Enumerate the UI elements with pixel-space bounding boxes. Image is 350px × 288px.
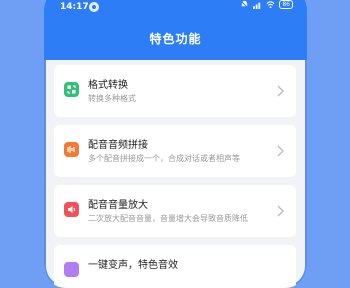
feature-desc: 转换多种格式 <box>88 94 136 103</box>
chevron-right-icon <box>277 85 284 97</box>
feature-title: 配音音频拼接 <box>88 140 148 151</box>
page-title: 特色功能 <box>149 32 202 46</box>
notification-icon <box>89 2 99 12</box>
wifi-icon <box>266 1 275 9</box>
feature-desc: 多个配音拼接成一个，合成对话或者相声等 <box>88 154 240 163</box>
voice-change-icon <box>64 262 79 277</box>
status-bar: 14:17 86 <box>44 0 307 14</box>
status-time: 14:17 <box>60 2 89 12</box>
chevron-right-icon <box>277 145 284 157</box>
battery-icon: 86 <box>279 0 293 9</box>
feature-title: 格式转换 <box>88 80 128 91</box>
feature-title: 配音音量放大 <box>88 200 148 211</box>
phone-screen: 14:17 86 特色功能 格式转换 转换多种格式 配音音频拼接 多个配音拼接成… <box>44 0 307 288</box>
feature-card-voice-change[interactable]: 一键变声，特色音效 <box>54 245 296 288</box>
format-convert-icon <box>64 82 79 97</box>
audio-splice-icon <box>64 142 79 157</box>
no-disturb-icon <box>240 0 249 9</box>
feature-desc: 二次放大配音音量，音量增大会导致音质降低 <box>88 214 248 223</box>
volume-boost-icon <box>64 202 79 217</box>
signal-icon <box>253 2 261 9</box>
feature-title: 一键变声，特色音效 <box>88 260 178 271</box>
feature-card-volume-boost[interactable]: 配音音量放大 二次放大配音音量，音量增大会导致音质降低 <box>54 185 296 237</box>
status-icons: 86 <box>240 0 293 9</box>
header: 14:17 86 特色功能 <box>44 0 307 60</box>
chevron-right-icon <box>277 205 284 217</box>
feature-card-audio-splice[interactable]: 配音音频拼接 多个配音拼接成一个，合成对话或者相声等 <box>54 125 296 177</box>
feature-card-format-convert[interactable]: 格式转换 转换多种格式 <box>54 65 296 117</box>
